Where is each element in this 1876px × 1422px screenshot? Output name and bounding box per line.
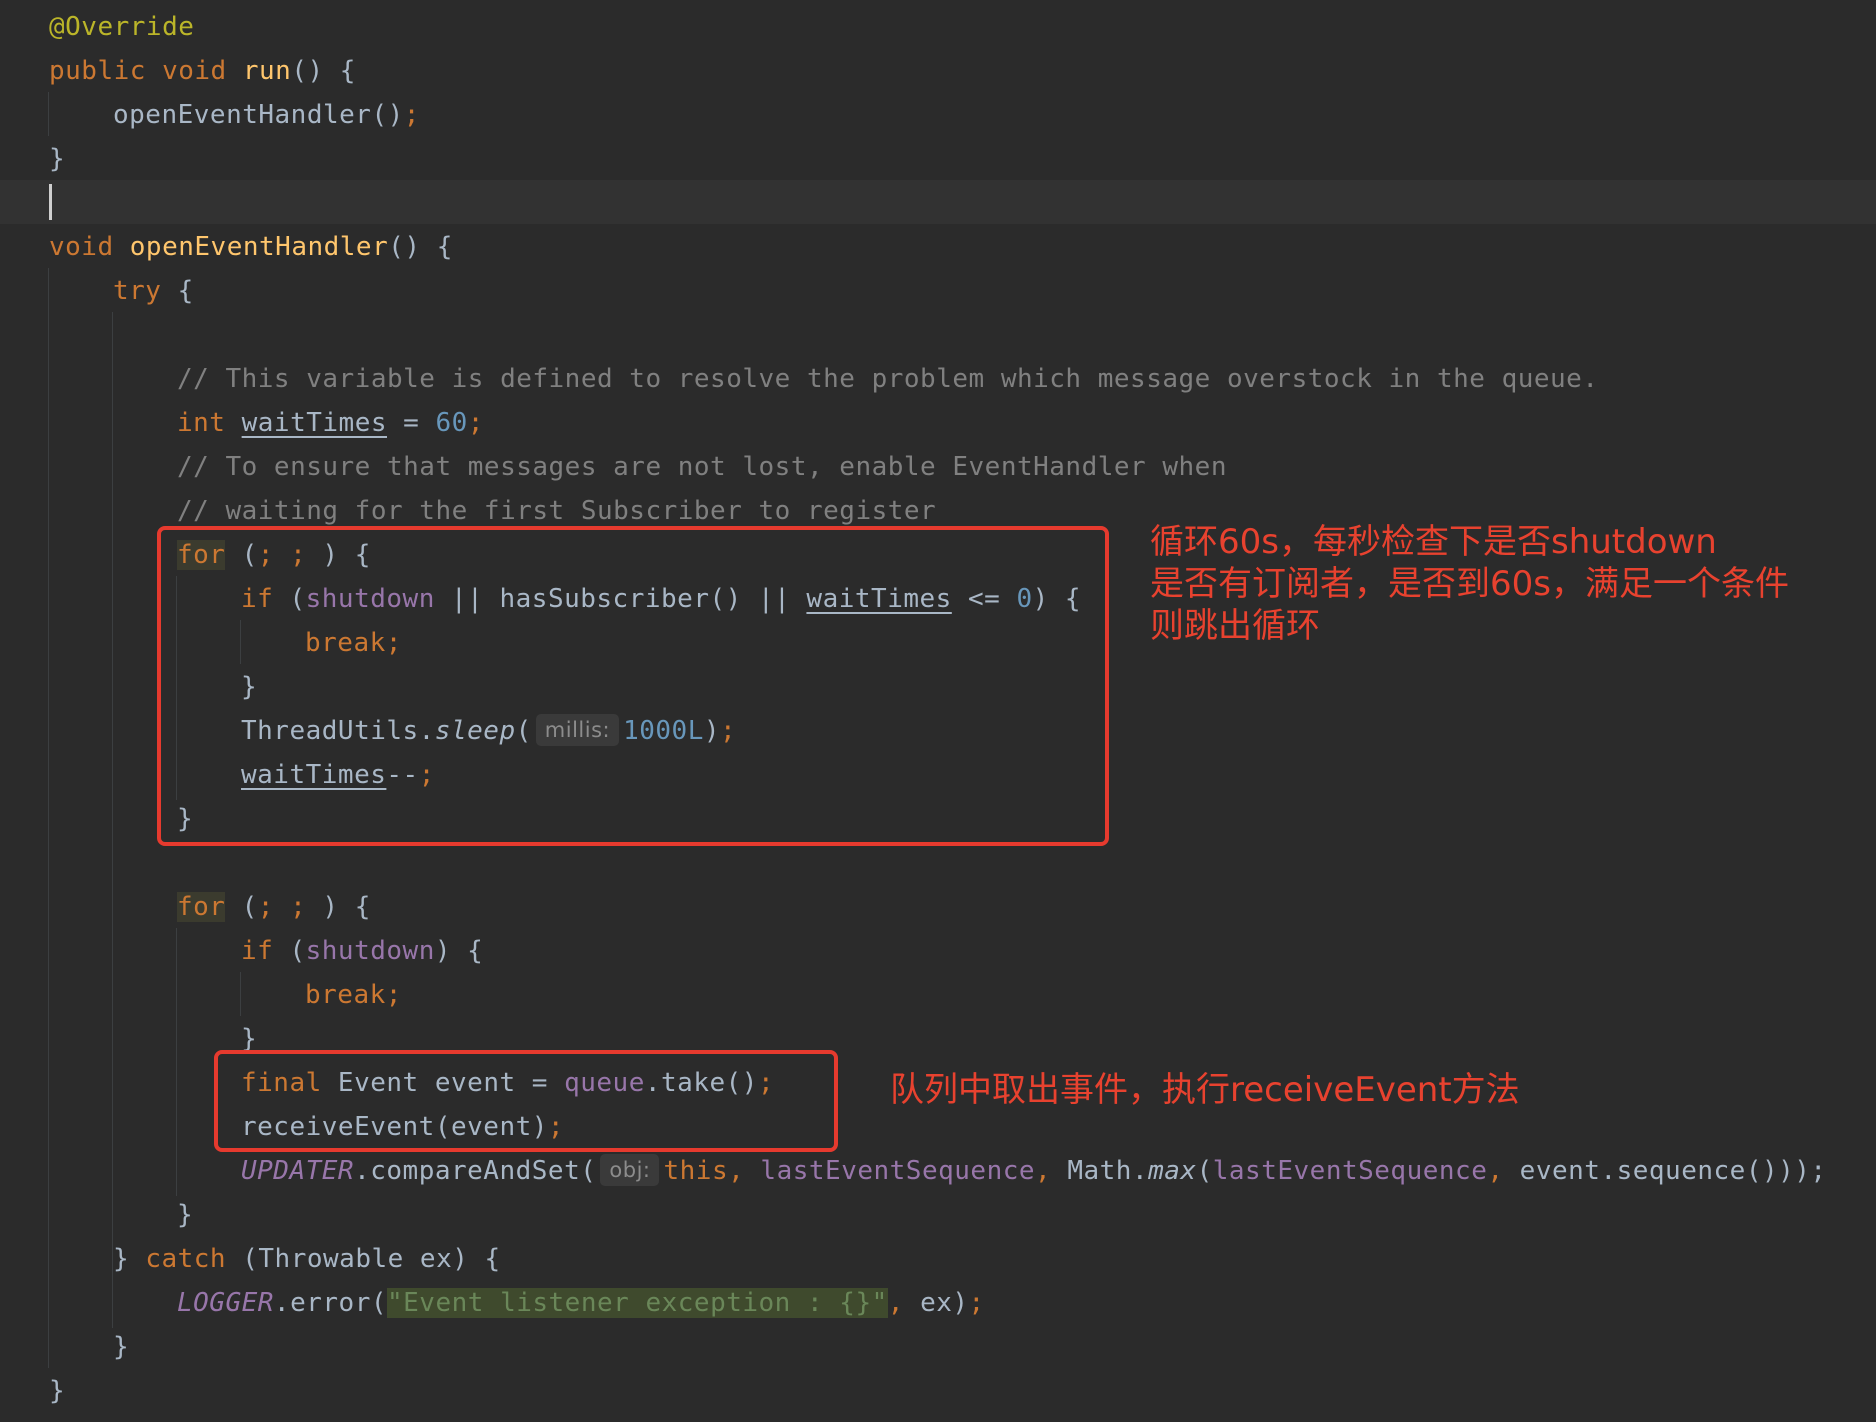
- keyword-void: void: [162, 56, 227, 86]
- keyword-catch: catch: [145, 1244, 227, 1274]
- indent-guide: [48, 92, 49, 136]
- math-class: Math.: [1067, 1156, 1149, 1186]
- paren: ) {: [322, 892, 371, 922]
- paren: (: [273, 936, 306, 966]
- code-line-catch: } catch (Throwable ex) {: [113, 1237, 501, 1281]
- code-line-compare-and-set: UPDATER.compareAndSet(obj: this, lastEven…: [241, 1149, 1827, 1193]
- keyword-this: this: [663, 1156, 729, 1186]
- keyword-break: break: [305, 980, 386, 1010]
- comma: ,: [1487, 1156, 1520, 1186]
- code-line-close-run: }: [49, 137, 65, 181]
- max-method: max: [1148, 1156, 1197, 1186]
- code-line-comment-1: // This variable is defined to resolve t…: [177, 357, 1599, 401]
- close-brace: }: [49, 1376, 66, 1406]
- code-line-logger: LOGGER.error("Event listener exception :…: [177, 1281, 985, 1325]
- keyword-for: for: [177, 892, 226, 922]
- keyword-public: public: [49, 56, 146, 86]
- code-line-for-2: for (; ; ) {: [177, 885, 371, 929]
- field-last-event-sequence: lastEventSequence: [1212, 1156, 1488, 1186]
- keyword-if: if: [241, 936, 274, 966]
- code-line-open-handler-signature: void openEventHandler() {: [49, 225, 453, 269]
- code-line-if-shutdown: if (shutdown) {: [241, 929, 483, 973]
- code-line-break-2: break;: [305, 973, 402, 1017]
- annotation-wait-loop-line-2: 是否有订阅者，是否到60s，满足一个条件: [1150, 564, 1789, 604]
- comment: // waiting for the first Subscriber to r…: [177, 496, 937, 526]
- code-line-comment-2: // To ensure that messages are not lost,…: [177, 445, 1227, 489]
- field-logger: LOGGER: [177, 1288, 274, 1318]
- close-brace: }: [113, 1244, 146, 1274]
- comma: ,: [728, 1156, 761, 1186]
- open-brace: {: [161, 276, 194, 306]
- code-line-open-call: openEventHandler();: [113, 93, 420, 137]
- field-last-event-sequence: lastEventSequence: [760, 1156, 1036, 1186]
- code-line-try: try {: [113, 269, 194, 313]
- code-line-run-signature: public void run() {: [49, 49, 356, 93]
- override-annotation: @Override: [49, 12, 195, 42]
- method-name-open-event-handler: openEventHandler: [129, 232, 389, 262]
- assign-operator: =: [387, 408, 436, 438]
- run-parens: () {: [291, 56, 356, 86]
- semicolon: ;: [467, 408, 484, 438]
- callout-box-take-event: [214, 1050, 838, 1152]
- semicolon: ;: [968, 1288, 985, 1318]
- close-brace: }: [49, 144, 66, 174]
- close-parens: ));: [1778, 1156, 1827, 1186]
- paren: ) {: [434, 936, 484, 966]
- field-shutdown: shutdown: [305, 936, 435, 966]
- text-caret: [49, 184, 52, 220]
- annotation-take-event: 队列中取出事件，执行receiveEvent方法: [890, 1070, 1520, 1110]
- method-name-run: run: [242, 56, 292, 86]
- event-sequence-call: event.sequence(): [1519, 1156, 1779, 1186]
- callout-box-wait-loop: [157, 526, 1109, 846]
- catch-arguments: (Throwable ex) {: [226, 1244, 501, 1274]
- comma: ,: [887, 1288, 904, 1318]
- indent-guide: [112, 312, 113, 1316]
- paren: (: [1196, 1156, 1213, 1186]
- for-semicolons: ; ;: [257, 892, 323, 922]
- keyword-int: int: [177, 408, 226, 438]
- indent-guide: [48, 268, 49, 1368]
- string-literal: "Event listener exception : {}": [387, 1288, 888, 1318]
- annotation-wait-loop-line-1: 循环60s，每秒检查下是否shutdown: [1150, 522, 1717, 562]
- indent-guide: [176, 928, 177, 1196]
- keyword-void: void: [49, 232, 114, 262]
- code-line-close-for-2: }: [177, 1193, 193, 1237]
- comma: ,: [1035, 1156, 1068, 1186]
- code-line-override: @Override: [49, 5, 194, 49]
- error-call: .error(: [273, 1288, 387, 1318]
- compare-and-set-call: .compareAndSet(: [354, 1156, 597, 1186]
- semicolon: ;: [403, 100, 420, 130]
- current-line-highlight: [0, 180, 1876, 224]
- variable-wait-times: waitTimes: [241, 408, 388, 438]
- keyword-try: try: [113, 276, 162, 306]
- comment: // This variable is defined to resolve t…: [177, 364, 1599, 394]
- parameter-hint-obj: obj:: [600, 1154, 660, 1186]
- open-event-handler-call: openEventHandler(): [113, 100, 404, 130]
- indent-guide: [112, 1284, 113, 1328]
- annotation-wait-loop-line-3: 则跳出循环: [1150, 606, 1320, 646]
- field-updater: UPDATER: [241, 1156, 355, 1186]
- exception-argument: ex): [903, 1288, 969, 1318]
- open-handler-parens: () {: [388, 232, 453, 262]
- code-editor[interactable]: @Override public void run() { openEventH…: [0, 0, 1876, 1422]
- comment: // To ensure that messages are not lost,…: [177, 452, 1227, 482]
- close-brace: }: [177, 1200, 194, 1230]
- code-line-wait-times-decl: int waitTimes = 60;: [177, 401, 484, 445]
- close-brace: }: [113, 1332, 130, 1362]
- code-line-close-catch: }: [113, 1325, 129, 1369]
- paren: (: [225, 892, 258, 922]
- indent-guide: [240, 972, 241, 1016]
- semicolon: ;: [385, 980, 402, 1010]
- number-literal: 60: [435, 408, 468, 438]
- code-line-close-method: }: [49, 1369, 65, 1413]
